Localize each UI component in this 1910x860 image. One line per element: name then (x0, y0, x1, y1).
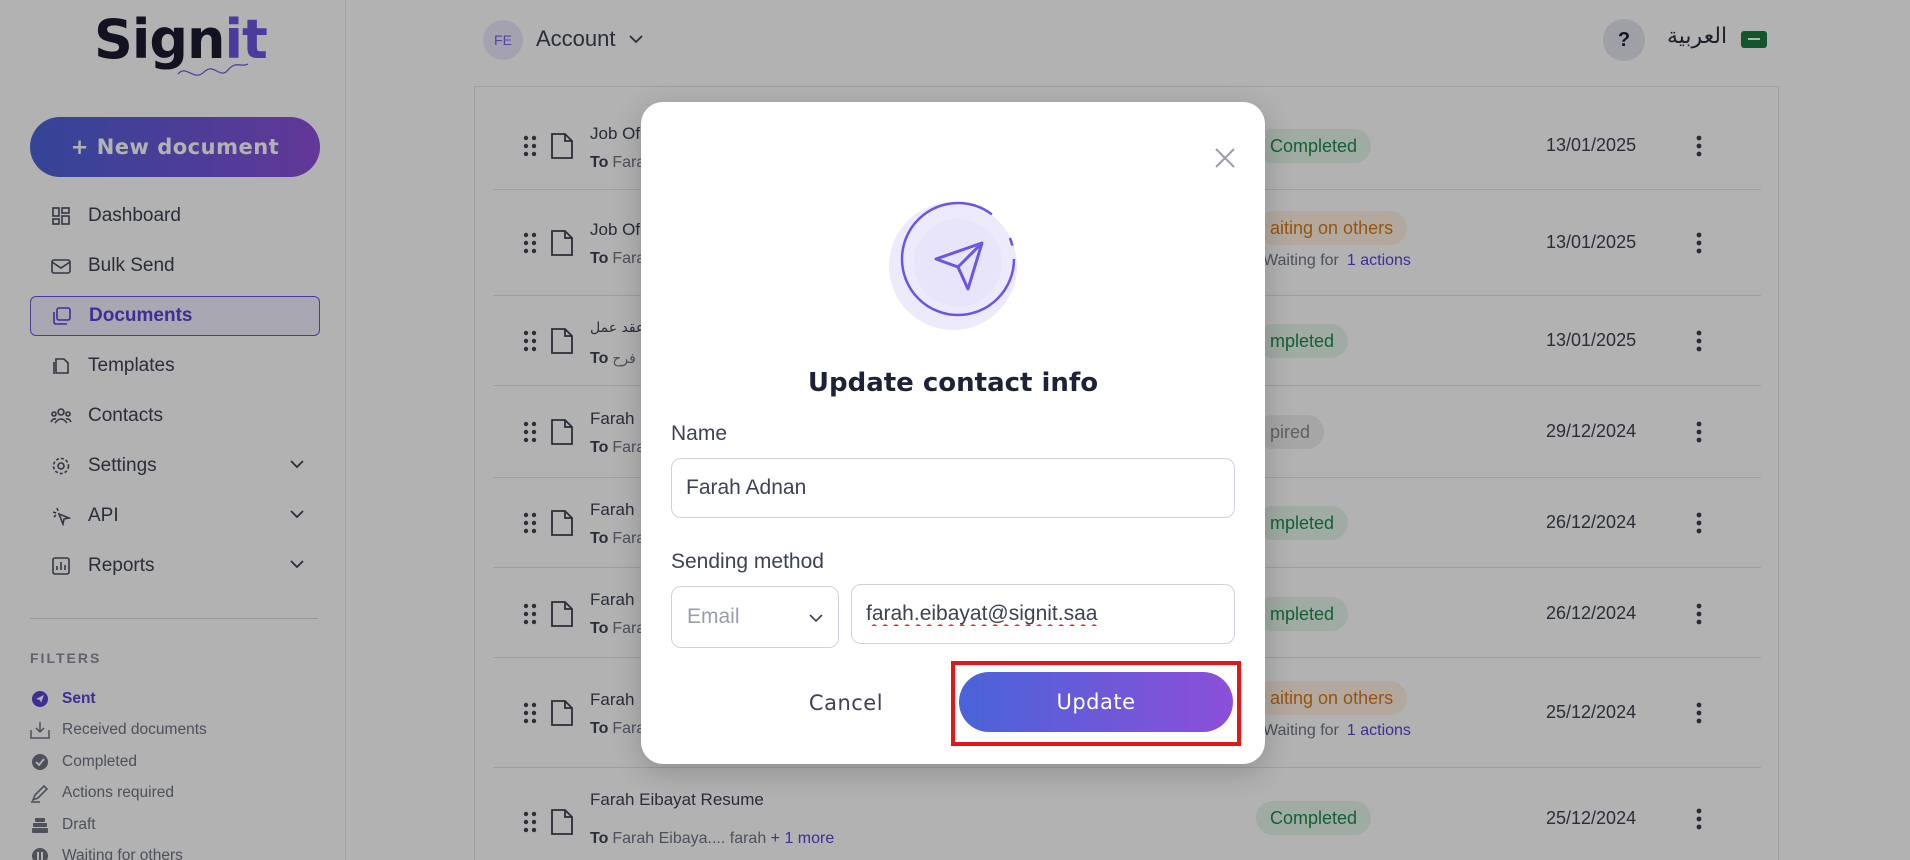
sending-method-label: Sending method (671, 550, 824, 573)
chevron-down-icon (809, 614, 823, 623)
sending-method-value: Email (687, 605, 740, 628)
highlight-box (951, 661, 1241, 746)
name-input[interactable] (671, 458, 1235, 518)
cancel-button[interactable]: Cancel (761, 675, 931, 731)
paper-plane-icon (889, 201, 1017, 330)
close-icon[interactable] (1211, 144, 1239, 172)
sending-method-select[interactable]: Email (671, 586, 839, 648)
modal-title: Update contact info (807, 368, 1099, 398)
name-label: Name (671, 422, 728, 445)
email-field[interactable] (851, 584, 1235, 644)
